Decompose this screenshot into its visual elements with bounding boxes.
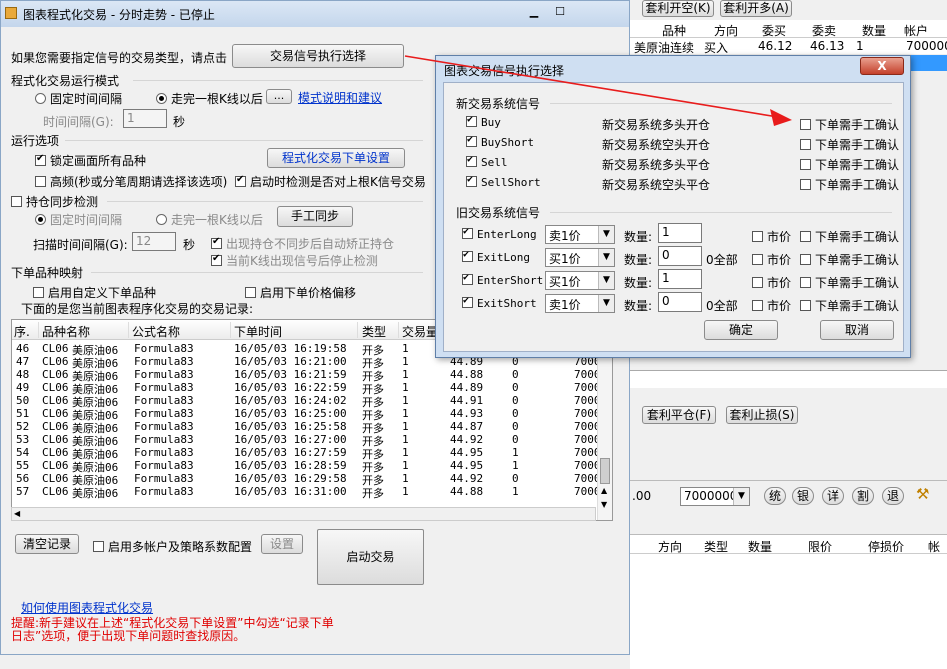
annotation-arrow <box>404 55 792 126</box>
